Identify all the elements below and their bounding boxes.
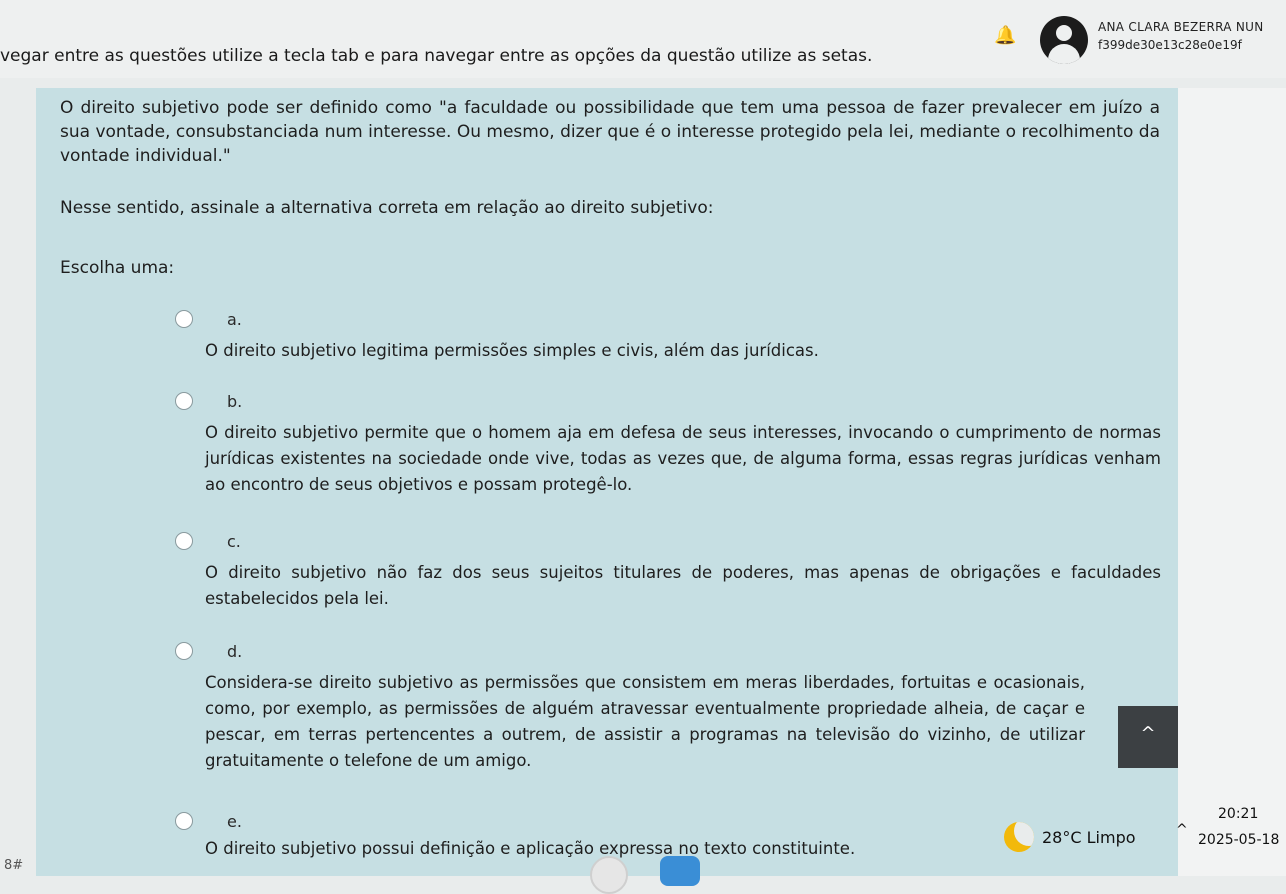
option-letter: b. <box>227 392 243 411</box>
avatar-head <box>1056 25 1072 41</box>
option-text[interactable]: O direito subjetivo permite que o homem … <box>205 420 1161 498</box>
avatar-shoulders <box>1048 44 1080 64</box>
option-text[interactable]: Considera-se direito subjetivo as permis… <box>205 670 1085 774</box>
taskbar-time[interactable]: 20:21 <box>1218 806 1258 822</box>
tray-chevron-icon[interactable]: ^ <box>1176 822 1188 838</box>
avatar[interactable] <box>1040 16 1088 64</box>
radio-option-c[interactable] <box>175 532 193 550</box>
radio-option-b[interactable] <box>175 392 193 410</box>
option-letter: e. <box>227 812 242 831</box>
radio-option-a[interactable] <box>175 310 193 328</box>
navigation-instruction: vegar entre as questões utilize a tecla … <box>0 46 873 66</box>
user-name: ANA CLARA BEZERRA NUN <box>1098 20 1264 34</box>
corner-label: 8# <box>4 858 24 873</box>
edge-icon[interactable] <box>660 856 700 886</box>
chevron-up-icon: ^ <box>1140 723 1156 744</box>
radio-option-e[interactable] <box>175 812 193 830</box>
moon-icon[interactable] <box>1004 822 1034 852</box>
user-hash: f399de30e13c28e0e19f <box>1098 38 1242 52</box>
option-letter: a. <box>227 310 242 329</box>
option-letter: c. <box>227 532 241 551</box>
weather-status[interactable]: 28°C Limpo <box>1042 828 1136 847</box>
option-letter: d. <box>227 642 243 661</box>
chrome-icon[interactable] <box>590 856 628 894</box>
bell-icon[interactable]: 🔔 <box>994 26 1016 46</box>
right-panel <box>1178 88 1286 876</box>
option-text[interactable]: O direito subjetivo legitima permissões … <box>205 338 1161 364</box>
radio-option-d[interactable] <box>175 642 193 660</box>
top-bar <box>0 0 1286 78</box>
scroll-to-top-button[interactable]: ^ <box>1118 706 1178 768</box>
option-text[interactable]: O direito subjetivo não faz dos seus suj… <box>205 560 1161 612</box>
taskbar-date[interactable]: 2025-05-18 <box>1198 832 1279 848</box>
moon-shadow <box>1014 822 1034 846</box>
question-stem: O direito subjetivo pode ser definido co… <box>60 98 1160 166</box>
question-prompt: Nesse sentido, assinale a alternativa co… <box>60 198 714 218</box>
choose-label: Escolha uma: <box>60 258 175 278</box>
